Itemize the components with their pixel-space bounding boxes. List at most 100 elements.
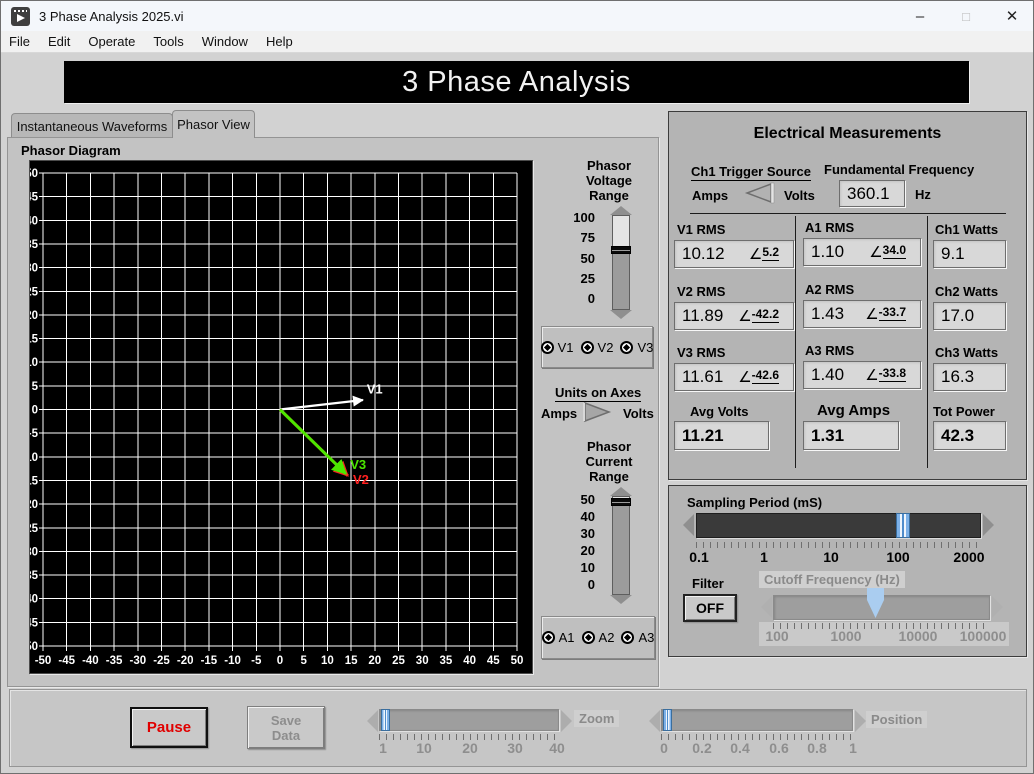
a1-rms-label: A1 RMS: [805, 220, 854, 235]
ch2-watts-label: Ch2 Watts: [935, 284, 998, 299]
maximize-button[interactable]: □: [943, 1, 989, 31]
svg-text:45: 45: [487, 655, 500, 667]
voltage-range-title: Phasor Voltage Range: [567, 158, 651, 203]
sampling-right-arrow[interactable]: [983, 514, 994, 536]
voltage-range-up-arrow[interactable]: [610, 206, 632, 215]
radio-v1[interactable]: V1: [541, 340, 574, 355]
svg-text:30: 30: [30, 263, 38, 275]
app-window: 3 Phase Analysis 2025.vi – □ ✕ File Edit…: [0, 0, 1034, 774]
sampling-slider-track[interactable]: [696, 513, 981, 538]
trigger-volts-label: Volts: [784, 188, 815, 203]
menu-window[interactable]: Window: [193, 31, 257, 53]
position-right-arrow[interactable]: [855, 710, 866, 732]
v1-rms-display: 10.12 ∠5.2: [674, 240, 794, 268]
close-button[interactable]: ✕: [989, 1, 1034, 31]
divider: [927, 216, 928, 468]
cutoff-left-arrow[interactable]: [761, 596, 772, 618]
svg-text:45: 45: [30, 192, 39, 204]
measurements-title: Electrical Measurements: [669, 125, 1026, 143]
svg-text:V1: V1: [367, 381, 383, 396]
svg-text:-25: -25: [153, 655, 170, 667]
units-toggle-switch[interactable]: [579, 399, 615, 425]
title-bar: 3 Phase Analysis 2025.vi – □ ✕: [1, 1, 1034, 31]
banner: 3 Phase Analysis: [64, 61, 969, 103]
menu-edit[interactable]: Edit: [39, 31, 79, 53]
current-range-thumb[interactable]: [611, 498, 631, 506]
sampling-filter-panel: Sampling Period (mS) 0.1 1 10 100 2000 F…: [668, 485, 1027, 657]
voltage-range-thumb[interactable]: [611, 246, 631, 254]
svg-text:20: 20: [368, 655, 381, 667]
tot-power-display: 42.3: [933, 421, 1006, 450]
zoom-slider-thumb[interactable]: [381, 709, 390, 731]
voltage-range-down-arrow[interactable]: [610, 310, 632, 319]
tab-phasor-view[interactable]: Phasor View: [172, 110, 255, 138]
svg-text:-20: -20: [30, 499, 38, 511]
svg-text:-35: -35: [106, 655, 123, 667]
position-slider-track[interactable]: [661, 709, 853, 731]
zoom-right-arrow[interactable]: [561, 710, 572, 732]
radio-a1-icon[interactable]: [542, 631, 555, 644]
sampling-left-arrow[interactable]: [683, 514, 694, 536]
save-data-button[interactable]: Save Data: [247, 706, 325, 749]
svg-text:15: 15: [345, 655, 358, 667]
svg-text:V2: V2: [353, 472, 369, 487]
units-amps-label: Amps: [541, 406, 577, 421]
current-range-down-arrow[interactable]: [610, 595, 632, 604]
svg-text:-50: -50: [30, 641, 38, 653]
avg-amps-display: 1.31: [803, 421, 899, 450]
svg-text:0: 0: [277, 655, 283, 667]
trigger-amps-label: Amps: [692, 188, 728, 203]
svg-text:-45: -45: [58, 655, 75, 667]
a3-rms-label: A3 RMS: [805, 343, 854, 358]
radio-v1-icon[interactable]: [541, 341, 554, 354]
current-range-slider[interactable]: [609, 487, 633, 604]
menu-tools[interactable]: Tools: [144, 31, 192, 53]
tab-instantaneous-waveforms[interactable]: Instantaneous Waveforms: [11, 113, 173, 138]
v3-rms-label: V3 RMS: [677, 345, 725, 360]
fundamental-frequency-unit: Hz: [915, 187, 931, 202]
svg-text:40: 40: [463, 655, 476, 667]
svg-text:35: 35: [30, 239, 39, 251]
menu-operate[interactable]: Operate: [79, 31, 144, 53]
svg-text:25: 25: [392, 655, 405, 667]
zoom-slider-label: Zoom: [574, 710, 619, 727]
svg-text:10: 10: [30, 357, 38, 369]
zoom-left-arrow[interactable]: [367, 710, 378, 732]
current-range-title: Phasor Current Range: [567, 439, 651, 484]
radio-a2-icon[interactable]: [582, 631, 595, 644]
phasor-diagram-label: Phasor Diagram: [21, 143, 121, 158]
filter-off-button[interactable]: OFF: [683, 594, 737, 622]
minimize-button[interactable]: –: [897, 1, 943, 31]
v1-rms-label: V1 RMS: [677, 222, 725, 237]
fundamental-frequency-label: Fundamental Frequency: [824, 162, 974, 177]
svg-text:50: 50: [30, 168, 38, 180]
pause-button[interactable]: Pause: [130, 707, 208, 748]
zoom-slider-track[interactable]: [379, 709, 559, 731]
svg-text:-15: -15: [30, 475, 39, 487]
position-slider-thumb[interactable]: [663, 709, 672, 731]
radio-v3-icon[interactable]: [620, 341, 633, 354]
sampling-slider-thumb[interactable]: [896, 513, 910, 538]
voltage-range-slider[interactable]: [609, 206, 633, 319]
sampling-period-label: Sampling Period (mS): [687, 495, 822, 510]
trigger-toggle-switch[interactable]: [741, 179, 779, 207]
radio-v3[interactable]: V3: [620, 340, 653, 355]
current-phasor-select: A1 A2 A3: [541, 616, 655, 659]
svg-text:25: 25: [30, 286, 39, 298]
tot-power-label: Tot Power: [933, 404, 995, 419]
svg-text:-20: -20: [177, 655, 194, 667]
menu-file[interactable]: File: [1, 31, 39, 53]
radio-a2[interactable]: A2: [582, 630, 615, 645]
position-left-arrow[interactable]: [649, 710, 660, 732]
menu-help[interactable]: Help: [257, 31, 302, 53]
svg-text:40: 40: [30, 215, 38, 227]
radio-a3[interactable]: A3: [621, 630, 654, 645]
radio-a3-icon[interactable]: [621, 631, 634, 644]
radio-v2[interactable]: V2: [581, 340, 614, 355]
position-slider-label: Position: [866, 711, 927, 728]
cutoff-right-arrow[interactable]: [992, 596, 1003, 618]
cutoff-tick-marks: [773, 623, 990, 629]
radio-a1[interactable]: A1: [542, 630, 575, 645]
current-range-up-arrow[interactable]: [610, 487, 632, 496]
radio-v2-icon[interactable]: [581, 341, 594, 354]
